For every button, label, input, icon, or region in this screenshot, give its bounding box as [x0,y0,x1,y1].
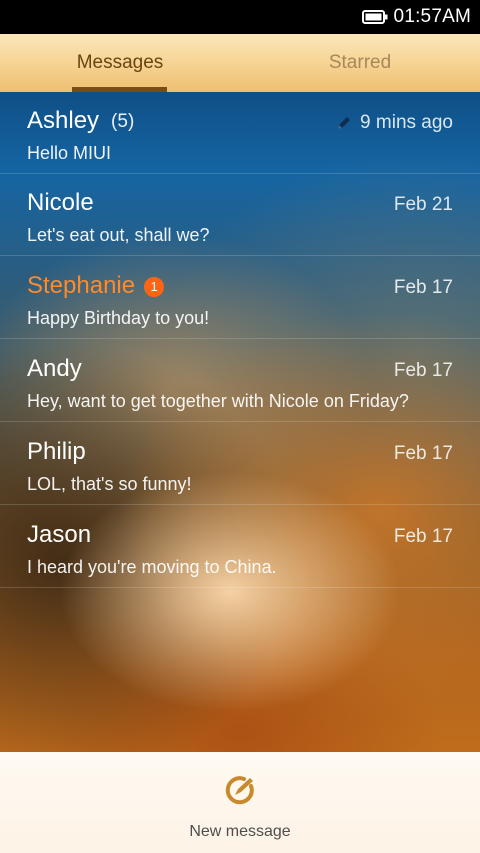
status-time: 01:57AM [393,6,471,27]
message-preview: I heard you're moving to China. [27,557,277,577]
message-count: (5) [111,111,135,132]
message-preview: Hey, want to get together with Nicole on… [27,391,409,411]
contact-name: Andy [27,355,82,382]
contact-name-row: Stephanie 1 [27,272,165,300]
compose-icon [225,776,254,805]
contact-name: Jason [27,521,92,548]
conversation-item-andy[interactable]: Andy Feb 17 Hey, want to get together wi… [0,340,480,422]
new-message-button[interactable]: New message [189,770,291,846]
timestamp-row: 9 mins ago [336,112,453,134]
pencil-icon [338,117,351,129]
message-preview: LOL, that's so funny! [27,474,192,494]
timestamp: Feb 17 [393,526,453,547]
bottom-bar: New message [0,752,480,853]
message-preview: Let's eat out, shall we? [27,225,210,245]
conversation-item-philip[interactable]: Philip Feb 17 LOL, that's so funny! [0,423,480,505]
contact-name-row: Ashley (5) [27,107,134,135]
timestamp: Feb 21 [393,194,453,215]
battery-icon [361,10,388,24]
timestamp: 9 mins ago [360,112,453,133]
message-preview: Happy Birthday to you! [27,308,210,328]
message-preview: Hello MIUI [27,143,112,163]
timestamp: Feb 17 [393,277,453,298]
contact-name: Stephanie [27,272,136,299]
new-message-label: New message [189,823,291,840]
contact-name: Philip [27,438,86,465]
unread-badge: 1 [144,276,165,297]
timestamp: Feb 17 [393,443,453,464]
status-right: 01:57AM [361,0,471,34]
conversation-item-stephanie[interactable]: Stephanie 1 Feb 17 Happy Birthday to you… [0,257,480,339]
timestamp: Feb 17 [393,360,453,381]
conversation-item-nicole[interactable]: Nicole Feb 21 Let's eat out, shall we? [0,174,480,256]
tab-starred[interactable]: Starred [240,34,480,92]
contact-name: Ashley [27,107,100,134]
tab-messages[interactable]: Messages [0,34,240,92]
tab-bar: Messages Starred [0,34,480,92]
contact-name: Nicole [27,189,94,216]
conversation-list: Ashley (5) 9 mins ago Hello MIUI Nicole … [0,92,480,752]
status-bar: 01:57AM [0,0,480,34]
conversation-item-jason[interactable]: Jason Feb 17 I heard you're moving to Ch… [0,506,480,588]
conversation-item-ashley[interactable]: Ashley (5) 9 mins ago Hello MIUI [0,92,480,174]
